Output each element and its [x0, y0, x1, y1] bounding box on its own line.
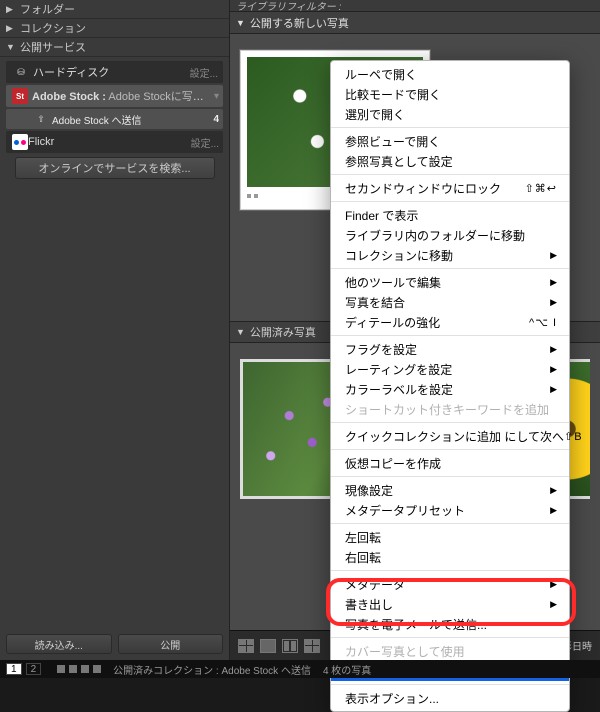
menu-rotate-right[interactable]: 右回転	[331, 547, 569, 567]
view-grid-button[interactable]	[238, 639, 254, 653]
flickr-label: Flickr	[28, 136, 191, 148]
menu-ref-view[interactable]: 参照ビューで開く	[331, 131, 569, 151]
adobe-stock-count: 4	[213, 114, 219, 125]
menu-email[interactable]: 写真を電子メールで送信...	[331, 614, 569, 634]
menu-rating[interactable]: レーティングを設定▶	[331, 359, 569, 379]
menu-second-window[interactable]: セカンドウィンドウにロック⇧⌘↩	[331, 178, 569, 198]
menu-edit-other[interactable]: 他のツールで編集▶	[331, 272, 569, 292]
harddisk-icon: ⛁	[13, 64, 29, 80]
status-bar: 1 2 公開済みコレクション : Adobe Stock へ送信 4 枚の写真	[0, 660, 600, 678]
menu-goto-folder[interactable]: ライブラリ内のフォルダーに移動	[331, 225, 569, 245]
menu-display-options[interactable]: 表示オプション...	[331, 688, 569, 708]
collections-row[interactable]: ▶ コレクション	[0, 19, 229, 38]
menu-metadata[interactable]: メタデータ▶	[331, 574, 569, 594]
menu-quick-collection[interactable]: クイックコレクションに追加 にして次へ⇧B	[331, 426, 569, 446]
menu-meta-preset[interactable]: メタデータプリセット▶	[331, 500, 569, 520]
status-dot-icon	[69, 665, 77, 673]
harddisk-service[interactable]: ⛁ ハードディスク 設定...	[6, 61, 223, 83]
view-survey-button[interactable]	[304, 639, 320, 653]
menu-develop[interactable]: 現像設定▶	[331, 480, 569, 500]
menu-compare[interactable]: 比較モードで開く	[331, 84, 569, 104]
flickr-service[interactable]: Flickr 設定...	[6, 131, 223, 153]
triangle-down-icon: ▼	[6, 42, 16, 52]
page-1[interactable]: 1	[6, 663, 22, 675]
triangle-down-icon: ▼	[236, 327, 245, 337]
published-photos-label: 公開済み写真	[250, 324, 316, 340]
flickr-icon	[12, 134, 28, 150]
status-dot-icon	[81, 665, 89, 673]
collections-label: コレクション	[20, 20, 221, 36]
menu-merge[interactable]: 写真を結合▶	[331, 292, 569, 312]
adobe-stock-label: Adobe Stock : Adobe Stockに写真…	[32, 88, 214, 104]
menu-detail-enhance[interactable]: ディテールの強化^⌥ I	[331, 312, 569, 332]
view-loupe-button[interactable]	[260, 639, 276, 653]
import-button[interactable]: 読み込み...	[6, 634, 112, 654]
triangle-down-icon: ▼	[236, 18, 245, 28]
triangle-right-icon: ▶	[6, 23, 16, 34]
menu-cover-use: カバー写真として使用	[331, 641, 569, 661]
menu-export[interactable]: 書き出し▶	[331, 594, 569, 614]
menu-virtual-copy[interactable]: 仮想コピーを作成	[331, 453, 569, 473]
folder-label: フォルダー	[20, 1, 221, 17]
menu-ref-set[interactable]: 参照写真として設定	[331, 151, 569, 171]
harddisk-label: ハードディスク	[33, 64, 190, 80]
services-label: 公開サービス	[20, 39, 221, 55]
menu-select-open[interactable]: 選別で開く	[331, 104, 569, 124]
menu-keyword-add: ショートカット付きキーワードを追加	[331, 399, 569, 419]
search-services-label: オンラインでサービスを検索...	[38, 160, 190, 176]
adobe-stock-send-item[interactable]: ⇧ Adobe Stock へ送信 4	[6, 109, 223, 129]
publish-button[interactable]: 公開	[118, 634, 224, 654]
publish-services-row[interactable]: ▼ 公開サービス	[0, 38, 229, 57]
flickr-setup[interactable]: 設定...	[191, 135, 219, 150]
menu-flag[interactable]: フラグを設定▶	[331, 339, 569, 359]
menu-loupe[interactable]: ルーペで開く	[331, 64, 569, 84]
search-services-button[interactable]: オンラインでサービスを検索...	[15, 157, 215, 179]
send-icon: ⇧	[34, 111, 48, 127]
adobe-stock-service[interactable]: St Adobe Stock : Adobe Stockに写真… ▾	[6, 85, 223, 107]
new-photos-header[interactable]: ▼ 公開する新しい写真	[230, 12, 600, 34]
folder-row[interactable]: ▶ フォルダー	[0, 0, 229, 19]
adobe-stock-icon: St	[12, 88, 28, 104]
triangle-right-icon: ▶	[6, 4, 16, 15]
status-count: 4 枚の写真	[323, 662, 371, 677]
left-bottom-bar: 読み込み... 公開	[0, 634, 229, 660]
new-photos-label: 公開する新しい写真	[250, 15, 349, 31]
menu-finder[interactable]: Finder で表示	[331, 205, 569, 225]
page-2[interactable]: 2	[26, 663, 42, 675]
context-menu: ルーペで開く 比較モードで開く 選別で開く 参照ビューで開く 参照写真として設定…	[330, 60, 570, 712]
menu-rotate-left[interactable]: 左回転	[331, 527, 569, 547]
view-compare-button[interactable]	[282, 639, 298, 653]
status-dot-icon	[57, 665, 65, 673]
adobe-stock-send-label: Adobe Stock へ送信	[52, 112, 213, 127]
menu-color-label[interactable]: カラーラベルを設定▶	[331, 379, 569, 399]
status-collection: 公開済みコレクション : Adobe Stock へ送信	[113, 662, 311, 677]
harddisk-setup[interactable]: 設定...	[190, 65, 218, 80]
library-filter-row[interactable]: ライブラリフィルター :	[230, 0, 600, 12]
adobe-stock-chevron[interactable]: ▾	[214, 91, 219, 102]
services-body: ⛁ ハードディスク 設定... St Adobe Stock : Adobe S…	[0, 57, 229, 634]
menu-goto-collection[interactable]: コレクションに移動▶	[331, 245, 569, 265]
status-dot-icon	[93, 665, 101, 673]
